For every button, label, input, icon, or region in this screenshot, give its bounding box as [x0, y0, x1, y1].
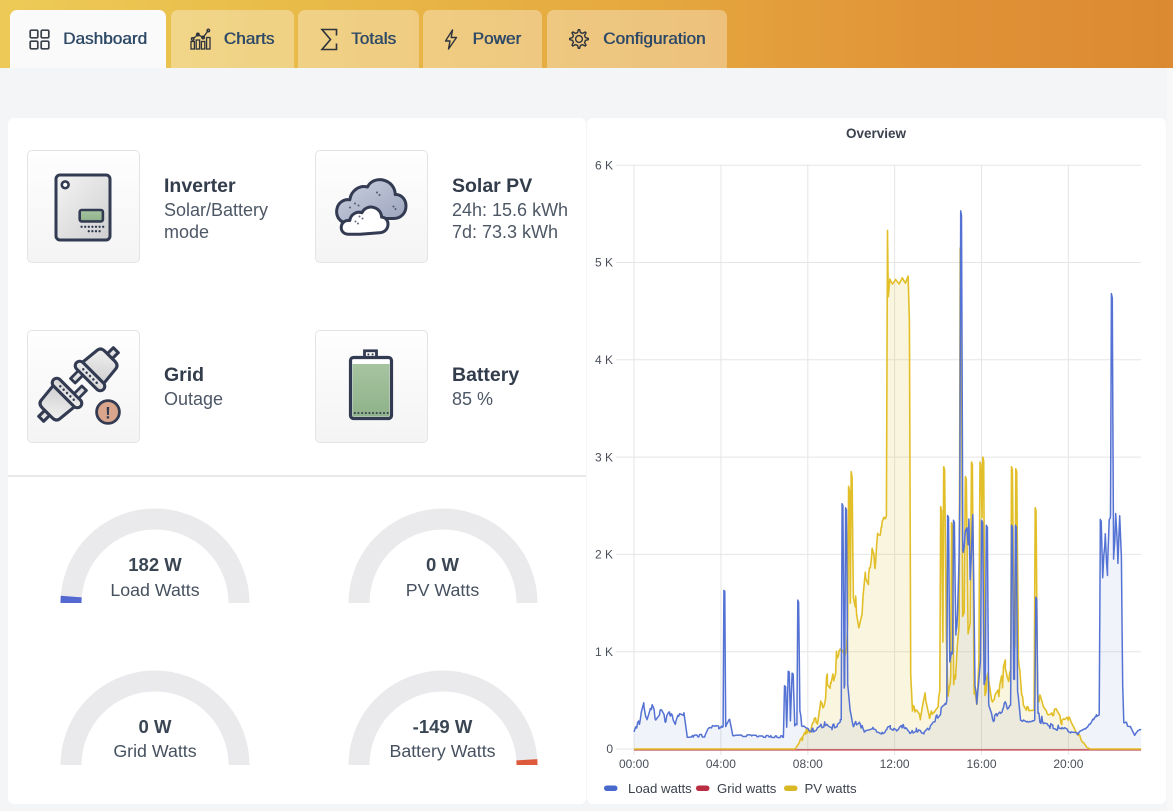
svg-text:5 K: 5 K	[595, 256, 613, 270]
svg-text:20:00: 20:00	[1053, 757, 1083, 771]
svg-text:12:00: 12:00	[880, 757, 910, 771]
svg-text:04:00: 04:00	[706, 757, 736, 771]
svg-text:2 K: 2 K	[595, 548, 613, 562]
svg-text:Load watts: Load watts	[628, 781, 692, 796]
svg-text:08:00: 08:00	[793, 757, 823, 771]
svg-text:Overview: Overview	[846, 126, 907, 141]
svg-text:16:00: 16:00	[966, 757, 996, 771]
svg-text:6 K: 6 K	[595, 158, 613, 172]
svg-text:4 K: 4 K	[595, 353, 613, 367]
svg-text:00:00: 00:00	[619, 757, 649, 771]
svg-text:1 K: 1 K	[595, 645, 613, 659]
svg-text:PV watts: PV watts	[805, 781, 857, 796]
svg-text:0: 0	[606, 742, 613, 756]
svg-text:Grid watts: Grid watts	[717, 781, 777, 796]
svg-text:3 K: 3 K	[595, 450, 613, 464]
svg-text:!: !	[105, 404, 111, 423]
